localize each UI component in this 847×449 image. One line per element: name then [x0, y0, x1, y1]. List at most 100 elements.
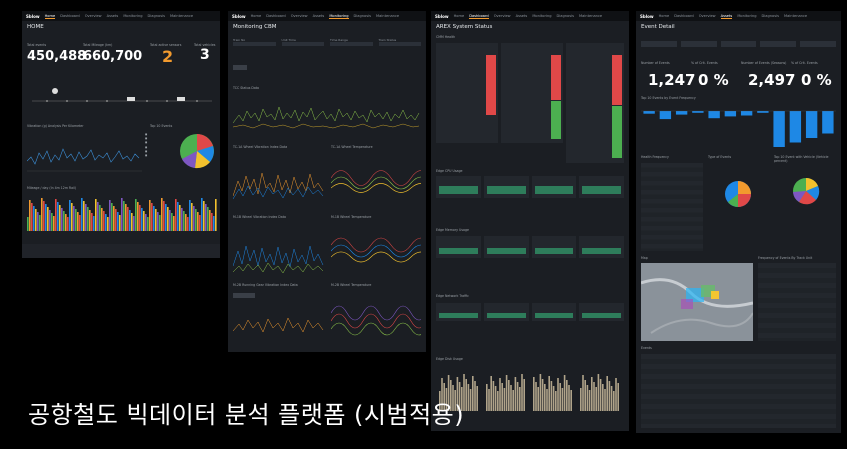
kpi-value: 2	[162, 47, 174, 66]
mileage-bar	[173, 216, 175, 231]
event-frequency-bar	[659, 111, 672, 120]
disk-bar	[588, 390, 591, 411]
nav-dashboard[interactable]: Dashboard	[674, 14, 694, 18]
nav-maintenance[interactable]: Maintenance	[170, 14, 193, 18]
nav-assets[interactable]: Assets	[313, 14, 325, 18]
nav-dashboard[interactable]: Dashboard	[469, 14, 489, 19]
disk-bar	[488, 389, 490, 411]
filter-select[interactable]	[720, 41, 757, 47]
select-box[interactable]	[233, 293, 255, 298]
mileage-bar	[203, 201, 205, 231]
nav-overview[interactable]: Overview	[699, 14, 716, 18]
brand-logo: Sblow	[26, 13, 40, 19]
mileage-bar	[69, 200, 71, 231]
section-title: M-2B Running Gear Vibration Index Data	[233, 283, 298, 287]
nav-monitoring[interactable]: Monitoring	[329, 14, 349, 19]
nav-dashboard[interactable]: Dashboard	[266, 14, 286, 18]
mileage-bar	[151, 203, 153, 231]
nav-home[interactable]: Home	[454, 14, 465, 18]
nav-maintenance[interactable]: Maintenance	[784, 14, 807, 18]
slide-caption: 공항철도 빅데이터 분석 플랫폼 (시범적용)	[28, 401, 465, 429]
mileage-bar	[41, 198, 43, 231]
nav-home[interactable]: Home	[44, 14, 56, 19]
kpi-label: Number of Events	[641, 61, 670, 65]
nav-monitoring[interactable]: Monitoring	[737, 14, 756, 18]
nav-assets[interactable]: Assets	[516, 14, 528, 18]
section-title: Edge Memory Usage	[436, 228, 469, 232]
mileage-bar	[155, 209, 157, 231]
mileage-bar	[85, 204, 87, 231]
nav-diagnosis[interactable]: Diagnosis	[762, 14, 779, 18]
range-select[interactable]	[330, 42, 373, 46]
mileage-bar	[133, 216, 135, 231]
mileage-bar	[181, 208, 183, 231]
nav-overview[interactable]: Overview	[494, 14, 511, 18]
nav-monitoring[interactable]: Monitoring	[123, 14, 142, 18]
disk-bar	[548, 376, 550, 411]
section-title: TC-1A Wheel Temperature	[331, 145, 373, 149]
unit-select[interactable]	[281, 42, 324, 46]
temperature-chart-m1b	[331, 237, 421, 263]
kpi-value: 3	[200, 47, 210, 63]
filter-select[interactable]	[760, 41, 797, 47]
disk-bar	[474, 381, 476, 411]
nav-assets[interactable]: Assets	[107, 14, 119, 18]
section-title: CMM Health	[436, 35, 456, 39]
mileage-bar	[81, 198, 83, 231]
mileage-bar	[179, 205, 181, 231]
disk-bar	[519, 387, 521, 411]
section-title: Top 10 Events by Event Frequency	[641, 96, 696, 100]
mileage-bar	[145, 214, 147, 231]
mileage-bar	[65, 214, 67, 231]
disk-bar	[604, 389, 606, 411]
mileage-bar	[153, 206, 155, 231]
vibration-chart-tc1a	[233, 172, 324, 200]
nav-dashboard[interactable]: Dashboard	[60, 14, 80, 18]
disk-bar	[465, 379, 467, 411]
brand-logo: Sblow	[435, 13, 449, 19]
mileage-bar	[95, 199, 97, 231]
mileage-bar	[149, 200, 151, 231]
kpi-value: 0 %	[801, 71, 832, 89]
event-frequency-bar	[708, 111, 720, 119]
train-select[interactable]	[233, 42, 276, 46]
mileage-bar	[215, 199, 217, 231]
disk-bar	[516, 382, 519, 411]
nav-monitoring[interactable]: Monitoring	[532, 14, 551, 18]
nav-maintenance[interactable]: Maintenance	[579, 14, 602, 18]
event-frequency-bar	[773, 111, 785, 147]
nav-diagnosis[interactable]: Diagnosis	[557, 14, 574, 18]
nav-maintenance[interactable]: Maintenance	[376, 14, 399, 18]
disk-bar	[552, 386, 555, 411]
mileage-bar	[143, 211, 145, 231]
temperature-chart-m2b	[331, 305, 421, 336]
nav-assets[interactable]: Assets	[720, 14, 733, 19]
section-title: Vibration (g) Analysis Per Kilometer	[27, 124, 84, 128]
nav-diagnosis[interactable]: Diagnosis	[148, 14, 165, 18]
section-title: Edge Network Traffic	[436, 294, 469, 298]
nav-home[interactable]: Home	[659, 14, 670, 18]
status-select[interactable]	[378, 42, 421, 46]
nav-home[interactable]: Home	[251, 14, 262, 18]
disk-bar	[566, 380, 568, 411]
mileage-bar	[131, 213, 133, 231]
disk-bar	[544, 384, 546, 411]
nav-overview[interactable]: Overview	[85, 14, 102, 18]
apply-button[interactable]	[233, 65, 247, 70]
event-map[interactable]	[641, 263, 753, 341]
map-overlay	[641, 278, 753, 334]
disk-bar	[535, 382, 537, 411]
mileage-bar	[35, 209, 37, 231]
section-title: Map	[641, 256, 648, 260]
status-column-ok	[551, 101, 561, 139]
filter-select[interactable]	[680, 41, 717, 47]
mileage-bar	[105, 214, 107, 231]
mileage-bar	[117, 212, 119, 231]
mileage-bar	[61, 208, 63, 231]
filter-select[interactable]	[641, 41, 677, 47]
event-frequency-bar	[789, 111, 802, 143]
filter-select[interactable]	[800, 41, 836, 47]
nav-overview[interactable]: Overview	[291, 14, 308, 18]
nav-diagnosis[interactable]: Diagnosis	[354, 14, 371, 18]
status-table-3	[566, 43, 624, 163]
